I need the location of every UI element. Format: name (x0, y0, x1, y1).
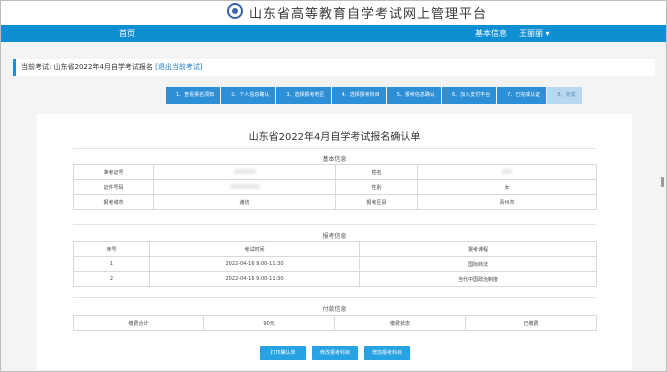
site-title: 山东省高等教育自学考试网上管理平台 (249, 7, 488, 22)
county-label: 报考区县 (335, 194, 418, 210)
progress-steps: 1、查看报名须知 2、个人信息确认 3、选择报考地区 4、选择报考科目 5、报考… (166, 87, 583, 104)
step-7: 7、已完成认证 (497, 87, 547, 104)
step-1: 1、查看报名须知 (166, 87, 221, 104)
table-row: 2 2022-04-16 9:00-11:30 当代中国政治制度 (73, 271, 597, 287)
current-exam-bar: 当前考试: 山东省2022年4月自学考试报名 [退出当前考试] (13, 59, 655, 76)
browser-frame: 山东省高等教育自学考试网上管理平台 首页 基本信息 王丽丽 ▾ 当前考试: 山东… (0, 0, 667, 372)
ticket-value (153, 164, 336, 180)
table-header-row: 序号 考试时间 报考课程 (73, 241, 597, 257)
nav-home-link[interactable]: 首页 (119, 28, 135, 39)
step-8: 8、完成 (547, 87, 582, 104)
table-row: 准考证号 姓名 (73, 164, 597, 180)
city-label: 报考城市 (73, 194, 154, 210)
county-value: 青州市 (417, 194, 597, 210)
row-time: 2022-04-16 9:00-11:30 (149, 256, 360, 272)
step-4: 4、选择报考科目 (331, 87, 386, 104)
col-header-index: 序号 (73, 241, 150, 257)
row-course: 当代中国政治制度 (359, 271, 597, 287)
name-label: 姓名 (335, 164, 418, 180)
form-title: 山东省2022年4月自学考试报名确认单 (248, 132, 421, 143)
table-row: 缴费合计 90元 缴费状态 已缴费 (73, 315, 597, 331)
col-header-course: 报考课程 (359, 241, 597, 257)
row-index: 2 (73, 271, 150, 287)
city-value: 潍坊 (153, 194, 336, 210)
step-6: 6、加入支付平台 (441, 87, 497, 104)
gender-value: 女 (417, 179, 597, 195)
fee-total-label: 缴费合计 (73, 315, 204, 331)
id-value (153, 179, 336, 195)
top-navbar: 首页 基本信息 王丽丽 ▾ (1, 25, 666, 42)
exit-exam-link[interactable]: [退出当前考试] (155, 63, 202, 71)
fee-total-value: 90元 (203, 315, 335, 331)
nav-basic-info-link[interactable]: 基本信息 (475, 28, 507, 39)
current-exam-label: 当前考试: (21, 63, 52, 71)
current-exam-value: 山东省2022年4月自学考试报名 (53, 63, 153, 71)
basic-info-heading: 基本信息 (322, 156, 347, 163)
exam-info-heading: 报考信息 (322, 233, 347, 240)
table-row: 报考城市 潍坊 报考区县 青州市 (73, 194, 597, 210)
ticket-label: 准考证号 (73, 164, 154, 180)
table-row: 证件号码 性别 女 (73, 179, 597, 195)
exam-info-table: 序号 考试时间 报考课程 1 2022-04-16 9:00-11:30 国际商… (73, 241, 597, 287)
name-value (417, 164, 597, 180)
confirmation-card: 山东省2022年4月自学考试报名确认单 基本信息 准考证号 姓名 证件号码 性别… (37, 114, 632, 370)
divider (73, 297, 596, 298)
header-bar: 山东省高等教育自学考试网上管理平台 (1, 1, 666, 25)
add-subjects-button[interactable]: 增加报考科目 (364, 346, 410, 360)
scrollbar-thumb[interactable] (661, 177, 664, 187)
step-3: 3、选择报考地区 (276, 87, 331, 104)
fee-status-value: 已缴费 (465, 315, 597, 331)
gender-label: 性别 (335, 179, 418, 195)
table-row: 1 2022-04-16 9:00-11:30 国际商法 (73, 256, 597, 272)
row-course: 国际商法 (359, 256, 597, 272)
step-5: 5、报考信息确认 (386, 87, 441, 104)
payment-info-heading: 付款信息 (322, 306, 347, 313)
fee-status-label: 缴费状态 (334, 315, 466, 331)
user-menu[interactable]: 王丽丽 ▾ (519, 28, 550, 39)
row-time: 2022-04-16 9:00-11:30 (149, 271, 360, 287)
id-label: 证件号码 (73, 179, 154, 195)
step-2: 2、个人信息确认 (221, 87, 276, 104)
col-header-time: 考试时间 (149, 241, 360, 257)
divider (73, 148, 596, 149)
payment-info-table: 缴费合计 90元 缴费状态 已缴费 (73, 315, 597, 331)
divider (73, 224, 596, 225)
modify-subjects-button[interactable]: 修改报考科目 (312, 346, 358, 360)
print-confirmation-button[interactable]: 打印确认单 (260, 346, 306, 360)
emblem-icon (227, 3, 243, 19)
basic-info-table: 准考证号 姓名 证件号码 性别 女 报考城市 潍坊 报考区县 青州市 (73, 164, 597, 210)
row-index: 1 (73, 256, 150, 272)
